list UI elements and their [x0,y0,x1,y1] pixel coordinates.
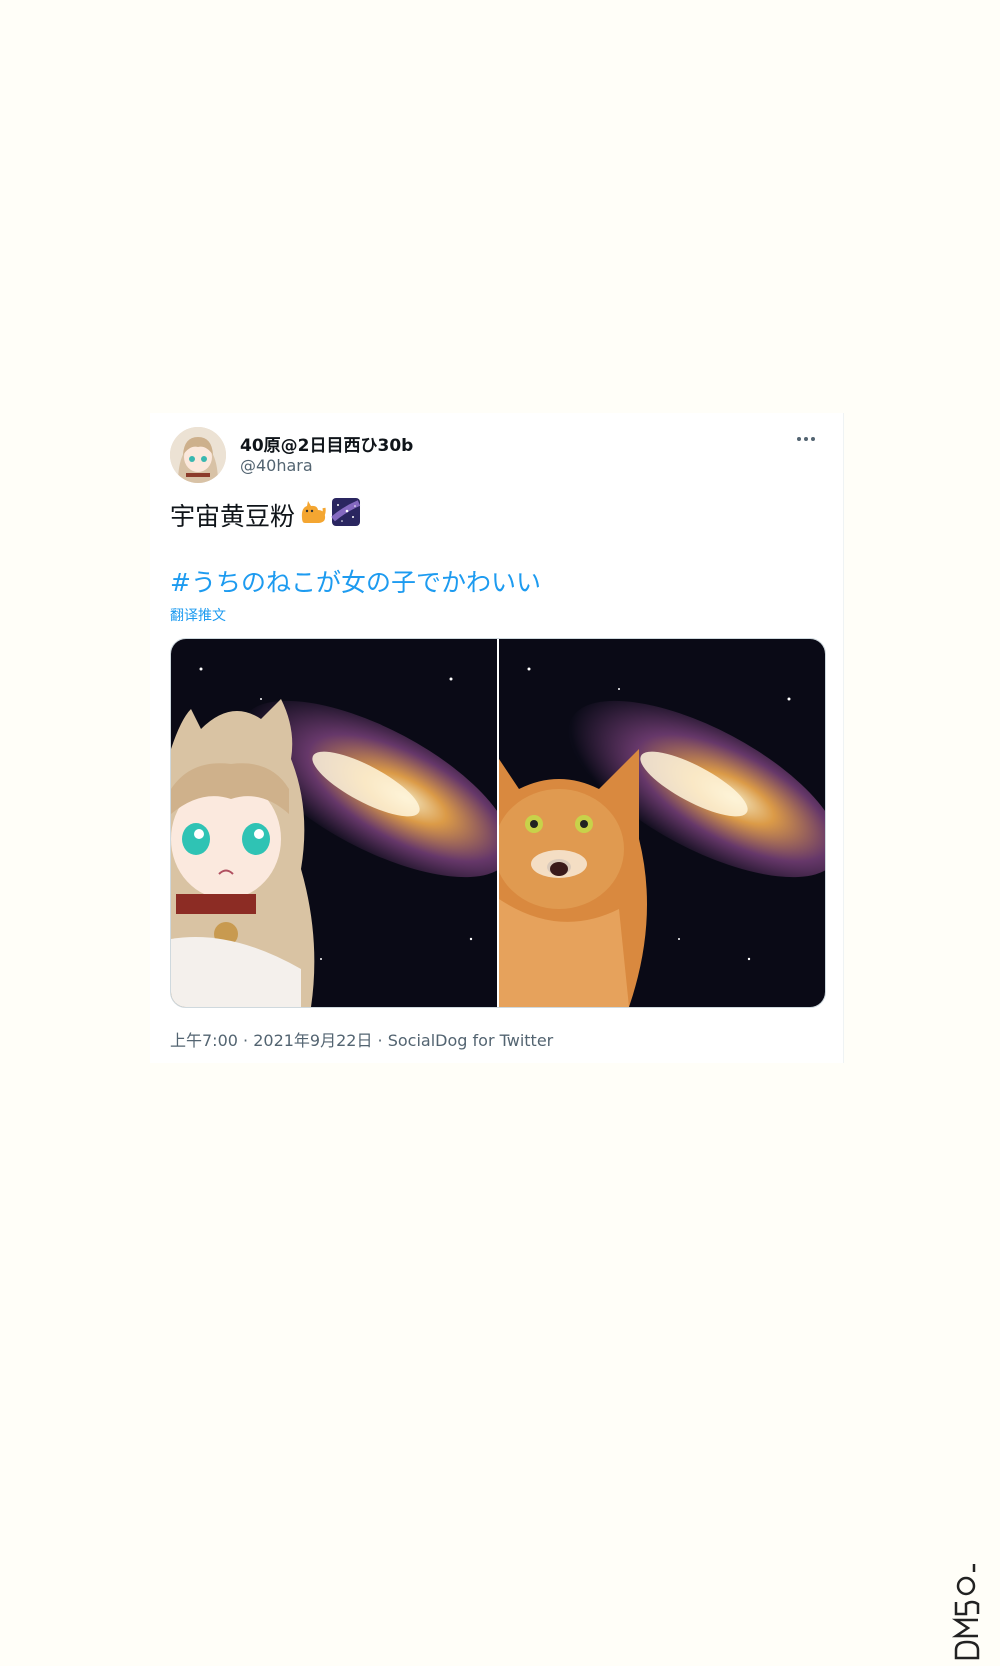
meta-separator: · [372,1031,388,1050]
translate-tweet-link[interactable]: 翻译推文 [170,605,226,625]
more-dot [804,437,808,441]
tweet-time[interactable]: 上午7:00 [170,1031,238,1050]
tweet-text: 宇宙黄豆粉 [170,497,361,533]
tweet-card: 40原@2日目西ひ30b @40hara 宇宙黄豆粉 #うちのねこが女の子でかわ… [150,413,844,1063]
media-image-anime-girl[interactable] [171,639,497,1007]
avatar[interactable] [170,427,226,483]
tweet-text-body: 宇宙黄豆粉 [170,502,296,531]
user-handle[interactable]: @40hara [240,456,313,475]
hashtag-link[interactable]: #うちのねこが女の子でかわいい [170,563,541,599]
watermark-logo-icon [950,1510,990,1660]
tweet-source-link[interactable]: SocialDog for Twitter [388,1031,554,1050]
display-name[interactable]: 40原@2日目西ひ30b [240,431,413,456]
more-dot [797,437,801,441]
meta-separator: · [237,1031,254,1050]
tweet-date[interactable]: 2021年9月22日 [253,1031,372,1050]
milky-way-emoji-icon [331,497,361,533]
avatar-image [170,427,226,483]
media-grid [170,638,826,1008]
tweet-meta: 上午7:00 · 2021年9月22日 · SocialDog for Twit… [170,1027,553,1051]
media-image-cat[interactable] [499,639,825,1007]
cat-emoji-icon [299,498,327,532]
more-options-icon[interactable] [790,427,822,451]
more-dot [811,437,815,441]
